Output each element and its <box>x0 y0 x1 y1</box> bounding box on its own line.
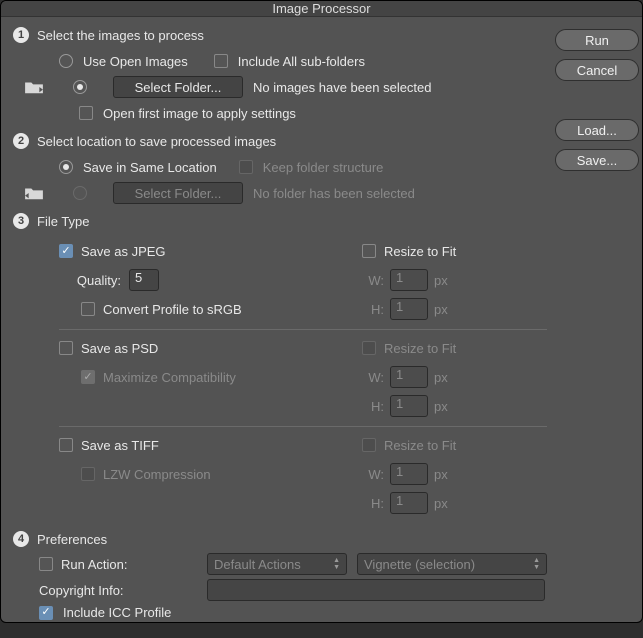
jpeg-resize-checkbox[interactable] <box>362 244 376 258</box>
icc-profile-label: Include ICC Profile <box>63 605 171 620</box>
psd-resize-label: Resize to Fit <box>384 341 456 356</box>
open-first-image-checkbox[interactable] <box>79 106 93 120</box>
convert-srgb-checkbox[interactable] <box>81 302 95 316</box>
section-1-title: Select the images to process <box>37 28 204 43</box>
psd-h-label: H: <box>362 399 384 414</box>
tiff-w-unit: px <box>434 467 448 482</box>
select-folder-button-2: Select Folder... <box>113 182 243 204</box>
copyright-input[interactable] <box>207 579 545 601</box>
quality-label: Quality: <box>61 273 121 288</box>
tiff-resize-checkbox <box>362 438 376 452</box>
jpeg-h-unit: px <box>434 302 448 317</box>
section-save-location: 2 Select location to save processed imag… <box>13 133 547 205</box>
keep-folder-checkbox <box>239 160 253 174</box>
save-tiff-checkbox[interactable] <box>59 438 73 452</box>
jpeg-h-input: 1 <box>390 298 428 320</box>
psd-resize-checkbox <box>362 341 376 355</box>
tiff-block: Save as TIFF LZW Compression Resize to F… <box>59 429 547 523</box>
include-subfolders-checkbox[interactable] <box>214 54 228 68</box>
save-jpeg-label: Save as JPEG <box>81 244 166 259</box>
max-compat-checkbox <box>81 370 95 384</box>
jpeg-w-label: W: <box>362 273 384 288</box>
cancel-button[interactable]: Cancel <box>555 59 639 81</box>
same-location-label: Save in Same Location <box>83 160 217 175</box>
save-button[interactable]: Save... <box>555 149 639 171</box>
jpeg-h-label: H: <box>362 302 384 317</box>
action-set-dropdown: Default Actions ▲▼ <box>207 553 347 575</box>
icc-profile-checkbox[interactable] <box>39 606 53 620</box>
image-processor-window: Image Processor 1 Select the images to p… <box>0 0 643 623</box>
step-2-bullet: 2 <box>13 133 29 149</box>
section-4-title: Preferences <box>37 532 107 547</box>
window-titlebar: Image Processor <box>1 1 642 17</box>
import-folder-icon <box>21 79 47 95</box>
save-psd-label: Save as PSD <box>81 341 158 356</box>
section-select-images: 1 Select the images to process Use Open … <box>13 27 547 125</box>
no-folder-status: No folder has been selected <box>253 186 415 201</box>
psd-w-input: 1 <box>390 366 428 388</box>
tiff-w-input: 1 <box>390 463 428 485</box>
select-folder-radio[interactable] <box>73 80 87 94</box>
convert-srgb-label: Convert Profile to sRGB <box>103 302 242 317</box>
save-tiff-label: Save as TIFF <box>81 438 159 453</box>
no-images-status: No images have been selected <box>253 80 432 95</box>
section-3-title: File Type <box>37 214 90 229</box>
window-title: Image Processor <box>272 1 370 16</box>
psd-block: Save as PSD Maximize Compatibility Resiz… <box>59 332 547 427</box>
chevron-updown-icon: ▲▼ <box>333 558 340 571</box>
tiff-h-input: 1 <box>390 492 428 514</box>
action-name-dropdown: Vignette (selection) ▲▼ <box>357 553 547 575</box>
step-3-bullet: 3 <box>13 213 29 229</box>
save-psd-checkbox[interactable] <box>59 341 73 355</box>
use-open-images-radio[interactable] <box>59 54 73 68</box>
step-4-bullet: 4 <box>13 531 29 547</box>
quality-input[interactable]: 5 <box>129 269 159 291</box>
section-file-type: 3 File Type Save as JPEG Quality: 5 <box>13 213 547 523</box>
open-first-image-label: Open first image to apply settings <box>103 106 296 121</box>
include-subfolders-label: Include All sub-folders <box>238 54 365 69</box>
tiff-h-label: H: <box>362 496 384 511</box>
tiff-w-label: W: <box>362 467 384 482</box>
section-2-title: Select location to save processed images <box>37 134 276 149</box>
chevron-updown-icon: ▲▼ <box>533 558 540 571</box>
save-select-folder-radio[interactable] <box>73 186 87 200</box>
copyright-label: Copyright Info: <box>39 583 124 598</box>
jpeg-w-input: 1 <box>390 269 428 291</box>
lzw-label: LZW Compression <box>103 467 211 482</box>
jpeg-resize-label: Resize to Fit <box>384 244 456 259</box>
psd-w-label: W: <box>362 370 384 385</box>
psd-w-unit: px <box>434 370 448 385</box>
same-location-radio[interactable] <box>59 160 73 174</box>
max-compat-label: Maximize Compatibility <box>103 370 236 385</box>
jpeg-w-unit: px <box>434 273 448 288</box>
run-action-checkbox[interactable] <box>39 557 53 571</box>
tiff-h-unit: px <box>434 496 448 511</box>
section-preferences: 4 Preferences Run Action: Default Action… <box>13 531 547 620</box>
load-button[interactable]: Load... <box>555 119 639 141</box>
psd-h-unit: px <box>434 399 448 414</box>
run-button[interactable]: Run <box>555 29 639 51</box>
lzw-checkbox <box>81 467 95 481</box>
tiff-resize-label: Resize to Fit <box>384 438 456 453</box>
step-1-bullet: 1 <box>13 27 29 43</box>
run-action-label: Run Action: <box>61 557 128 572</box>
select-folder-button-1[interactable]: Select Folder... <box>113 76 243 98</box>
use-open-images-label: Use Open Images <box>83 54 188 69</box>
export-folder-icon <box>21 185 47 201</box>
save-jpeg-checkbox[interactable] <box>59 244 73 258</box>
jpeg-block: Save as JPEG Quality: 5 Convert Profile … <box>59 235 547 330</box>
psd-h-input: 1 <box>390 395 428 417</box>
keep-folder-label: Keep folder structure <box>263 160 384 175</box>
